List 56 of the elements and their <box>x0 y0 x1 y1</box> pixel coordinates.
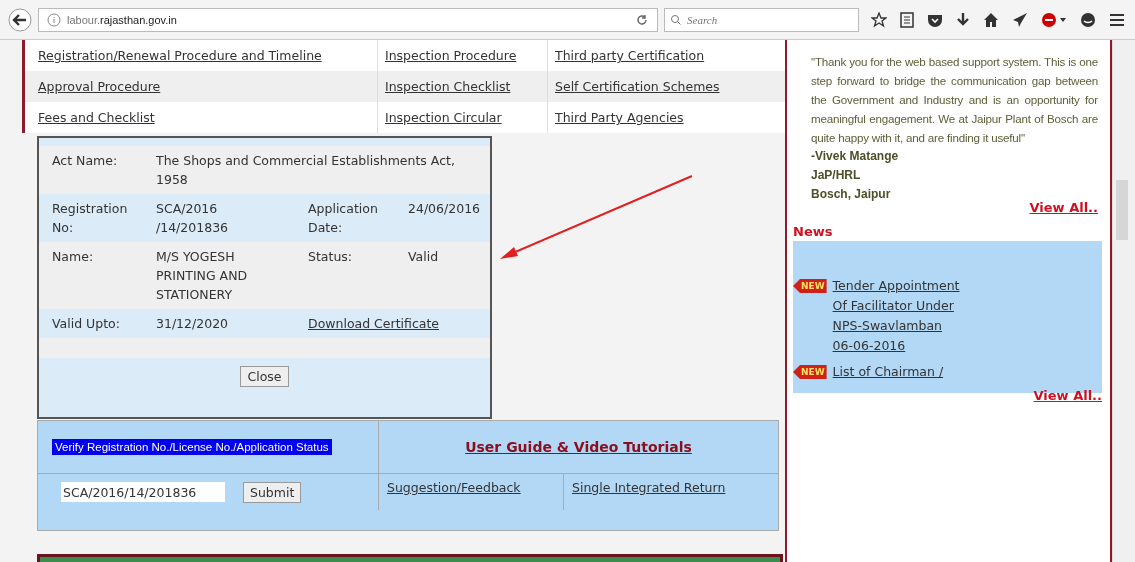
nav-link[interactable]: Third Party Agencies <box>555 110 684 125</box>
field-value: M/S YOGESH PRINTING AND STATIONERY <box>156 248 249 304</box>
field-label: Application Date: <box>308 200 379 237</box>
star-icon[interactable] <box>871 11 887 28</box>
submit-button[interactable]: Submit <box>243 481 302 503</box>
download-icon[interactable] <box>956 11 970 28</box>
field-label: Valid Upto: <box>52 315 121 333</box>
field-value: Valid <box>408 248 439 266</box>
registration-input[interactable]: SCA/2016/14/201836 <box>61 482 225 502</box>
testimonial-text: "Thank you for the web based support system. This is one step forward to bridge the communication gap between the Government and Industry and is an opportunity for meaningful engagement. We at Jaipur Plant of Bosch are quite happy with it, and are finding it useful" <box>811 54 1098 146</box>
footer-link[interactable]: Single Integrated Return <box>572 480 726 495</box>
chat-icon[interactable] <box>1080 11 1096 28</box>
testimonial-author: Bosch, Jaipur <box>811 186 892 203</box>
search-field[interactable]: Search <box>664 7 859 32</box>
send-icon[interactable] <box>1012 11 1028 28</box>
nav-link[interactable]: Inspection Checklist <box>385 79 511 94</box>
pocket-icon[interactable] <box>927 12 943 27</box>
url-text: labour.rajasthan.gov.in <box>67 13 178 26</box>
field-value: SCA/2016 /14/201836 <box>156 200 230 237</box>
news-link[interactable]: List of Chairman / <box>832 362 963 382</box>
field-value: 24/06/2016 <box>408 200 481 218</box>
reload-icon[interactable] <box>635 12 649 27</box>
info-icon[interactable] <box>47 12 61 27</box>
adblock-icon[interactable] <box>1041 11 1067 28</box>
verify-heading: Verify Registration No./License No./Application Status <box>52 439 332 455</box>
field-label: Act Name: <box>52 152 119 170</box>
nav-link[interactable]: Fees and Checklist <box>38 110 155 125</box>
nav-link[interactable]: Registration/Renewal Procedure and Timeline <box>38 48 322 63</box>
new-badge: NEW <box>793 365 827 379</box>
user-guide-link[interactable]: User Guide & Video Tutorials <box>465 439 692 455</box>
menu-icon[interactable] <box>1109 12 1125 27</box>
testimonial-author: -Vivek Matange <box>811 148 900 165</box>
field-value: The Shops and Commercial Establishments Act, 1958 <box>156 152 456 189</box>
footer-link[interactable]: Suggestion/Feedback <box>387 480 521 495</box>
new-badge: NEW <box>793 279 827 293</box>
field-value: 31/12/2020 <box>156 315 230 333</box>
address-bar[interactable]: labour.rajasthan.gov.in <box>38 7 658 32</box>
view-all-link[interactable]: View All.. <box>1033 388 1102 403</box>
news-link[interactable]: Tender Appointment Of Facilitator Under NPS-Swavlamban 06-06-2016 <box>832 276 963 356</box>
nav-link[interactable]: Self Certification Schemes <box>555 79 720 94</box>
news-heading: News <box>792 223 834 241</box>
reading-list-icon[interactable] <box>900 11 914 28</box>
close-button[interactable]: Close <box>240 366 289 387</box>
field-label: Registration No: <box>52 200 129 237</box>
home-icon[interactable] <box>983 11 999 28</box>
field-label: Status: <box>308 248 354 266</box>
search-icon <box>670 13 682 26</box>
nav-link[interactable]: Approval Procedure <box>38 79 161 94</box>
download-link[interactable]: Download Certificate <box>308 314 440 333</box>
testimonial-author: JaP/HRL <box>811 167 862 184</box>
back-icon[interactable] <box>8 7 32 32</box>
field-label: Name: <box>52 248 95 266</box>
nav-link[interactable]: Inspection Procedure <box>385 48 517 63</box>
view-all-link[interactable]: View All.. <box>1029 200 1098 215</box>
nav-link[interactable]: Third party Certification <box>555 48 705 63</box>
nav-link[interactable]: Inspection Circular <box>385 110 502 125</box>
